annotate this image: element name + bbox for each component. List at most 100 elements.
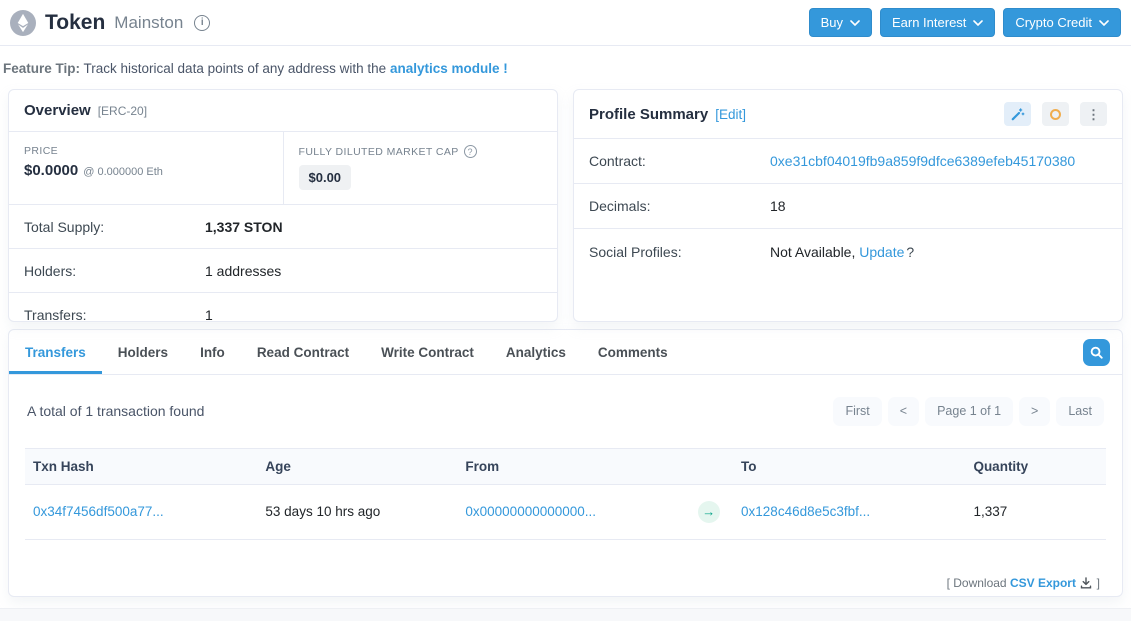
tab-comments[interactable]: Comments (582, 330, 684, 374)
download-icon[interactable] (1080, 577, 1092, 589)
download-suffix: ] (1097, 576, 1100, 590)
feature-tip-text: Track historical data points of any addr… (84, 61, 387, 76)
top-actions: Buy Earn Interest Crypto Credit (809, 8, 1121, 37)
csv-export-row: [ Download CSV Export ] (25, 540, 1106, 598)
from-header: From (457, 448, 689, 484)
first-page-button[interactable]: First (833, 397, 881, 426)
footer-strip (0, 608, 1131, 621)
caret-down-icon (1099, 20, 1109, 26)
feature-tip: Feature Tip: Track historical data point… (0, 46, 1131, 89)
search-icon (1089, 345, 1104, 360)
token-subtitle: Mainston (114, 13, 183, 33)
page-indicator: Page 1 of 1 (925, 397, 1013, 426)
row-label: Total Supply: (24, 219, 205, 235)
magic-wand-icon (1011, 107, 1025, 121)
reminder-button[interactable] (1042, 102, 1069, 126)
to-header: To (733, 448, 965, 484)
pagination: First < Page 1 of 1 > Last (833, 397, 1104, 426)
erc20-tag: [ERC-20] (98, 104, 147, 118)
topbar: Token Mainston i Buy Earn Interest Crypt… (0, 0, 1131, 46)
tab-transfers[interactable]: Transfers (9, 330, 102, 374)
table-header-row: Txn Hash Age From To Quantity (25, 448, 1106, 484)
summary-cards: Overview [ERC-20] PRICE $0.0000 @ 0.0000… (0, 89, 1131, 322)
tab-holders[interactable]: Holders (102, 330, 184, 374)
txn-hash-link[interactable]: 0x34f7456df500a77... (33, 504, 164, 519)
social-profiles-value: Not Available, (770, 244, 855, 260)
contract-row: Contract: 0xe31cbf04019fb9a859f9dfce6389… (574, 139, 1122, 184)
price-usd-value: $0.0000 (24, 162, 78, 179)
transfers-count-value: 1 (205, 307, 213, 323)
page-title: Token (45, 11, 105, 35)
ethereum-icon (10, 10, 36, 36)
overview-card-header: Overview [ERC-20] (9, 90, 557, 132)
tabs-bar: Transfers Holders Info Read Contract Wri… (9, 330, 1122, 375)
profile-summary-title: Profile Summary (589, 106, 708, 123)
total-supply-row: Total Supply: 1,337 STON (9, 204, 557, 248)
transactions-summary: A total of 1 transaction found (27, 403, 204, 419)
row-label: Holders: (24, 263, 205, 279)
transfers-table: Txn Hash Age From To Quantity 0x34f7456d… (25, 448, 1106, 540)
last-page-button[interactable]: Last (1056, 397, 1104, 426)
age-cell: 53 days 10 hrs ago (257, 484, 457, 539)
wand-button[interactable] (1004, 102, 1031, 126)
tab-read-contract[interactable]: Read Contract (241, 330, 365, 374)
direction-header (690, 448, 733, 484)
crypto-credit-button[interactable]: Crypto Credit (1003, 8, 1121, 37)
row-label: Social Profiles: (589, 244, 770, 260)
quantity-cell: 1,337 (965, 484, 1106, 539)
market-cap-badge: $0.00 (299, 165, 352, 190)
tab-write-contract[interactable]: Write Contract (365, 330, 490, 374)
txn-hash-header: Txn Hash (25, 448, 257, 484)
holders-value: 1 addresses (205, 263, 281, 279)
holders-row: Holders: 1 addresses (9, 248, 557, 292)
circle-ring-icon (1050, 109, 1061, 120)
transfers-section: Transfers Holders Info Read Contract Wri… (8, 329, 1123, 597)
market-cap-label: FULLY DILUTED MARKET CAP (299, 146, 459, 158)
buy-button[interactable]: Buy (809, 8, 872, 37)
token-info-icon[interactable]: i (194, 15, 210, 31)
token-brand: Token Mainston i (10, 10, 210, 36)
tab-info[interactable]: Info (184, 330, 241, 374)
analytics-module-link[interactable]: analytics module ! (390, 61, 508, 76)
price-label: PRICE (24, 145, 268, 157)
total-supply-value: 1,337 STON (205, 219, 283, 235)
next-page-button[interactable]: > (1019, 397, 1050, 426)
tab-analytics[interactable]: Analytics (490, 330, 582, 374)
overview-card: Overview [ERC-20] PRICE $0.0000 @ 0.0000… (8, 89, 558, 322)
transfers-body: A total of 1 transaction found First < P… (9, 375, 1122, 597)
csv-export-link[interactable]: CSV Export (1010, 576, 1076, 590)
help-icon[interactable]: ? (464, 145, 477, 158)
prev-page-button[interactable]: < (888, 397, 919, 426)
arrow-right-icon: → (698, 501, 720, 523)
token-logo (10, 10, 36, 36)
market-cap-column: FULLY DILUTED MARKET CAP ? $0.00 (283, 132, 558, 204)
contract-address-link[interactable]: 0xe31cbf04019fb9a859f9dfce6389efeb451703… (770, 153, 1075, 169)
price-section: PRICE $0.0000 @ 0.000000 Eth FULLY DILUT… (9, 132, 557, 204)
price-column: PRICE $0.0000 @ 0.000000 Eth (9, 132, 283, 204)
feature-tip-label: Feature Tip: (3, 61, 80, 76)
table-row: 0x34f7456df500a77... 53 days 10 hrs ago … (25, 484, 1106, 539)
profile-card-header: Profile Summary [Edit] ⋮ (574, 90, 1122, 139)
decimals-row: Decimals: 18 (574, 184, 1122, 229)
edit-link[interactable]: [Edit] (715, 107, 746, 122)
row-label: Transfers: (24, 307, 205, 323)
overview-title: Overview (24, 102, 91, 119)
social-help-text: ? (906, 244, 914, 260)
caret-down-icon (973, 20, 983, 26)
caret-down-icon (850, 20, 860, 26)
transfers-row: Transfers: 1 (9, 292, 557, 322)
kebab-menu-icon: ⋮ (1087, 108, 1100, 121)
social-profiles-row: Social Profiles: Not Available, Update ? (574, 229, 1122, 274)
more-options-button[interactable]: ⋮ (1080, 102, 1107, 126)
row-label: Decimals: (589, 198, 770, 214)
row-label: Contract: (589, 153, 770, 169)
update-link[interactable]: Update (859, 244, 904, 260)
price-eth-value: @ 0.000000 Eth (83, 166, 163, 178)
profile-summary-card: Profile Summary [Edit] ⋮ Contract: 0xe31… (573, 89, 1123, 322)
earn-interest-button[interactable]: Earn Interest (880, 8, 995, 37)
search-button[interactable] (1083, 339, 1110, 366)
decimals-value: 18 (770, 198, 786, 214)
from-address-link[interactable]: 0x00000000000000... (465, 504, 596, 519)
to-address-link[interactable]: 0x128c46d8e5c3fbf... (741, 504, 870, 519)
download-prefix: [ Download (947, 576, 1007, 590)
